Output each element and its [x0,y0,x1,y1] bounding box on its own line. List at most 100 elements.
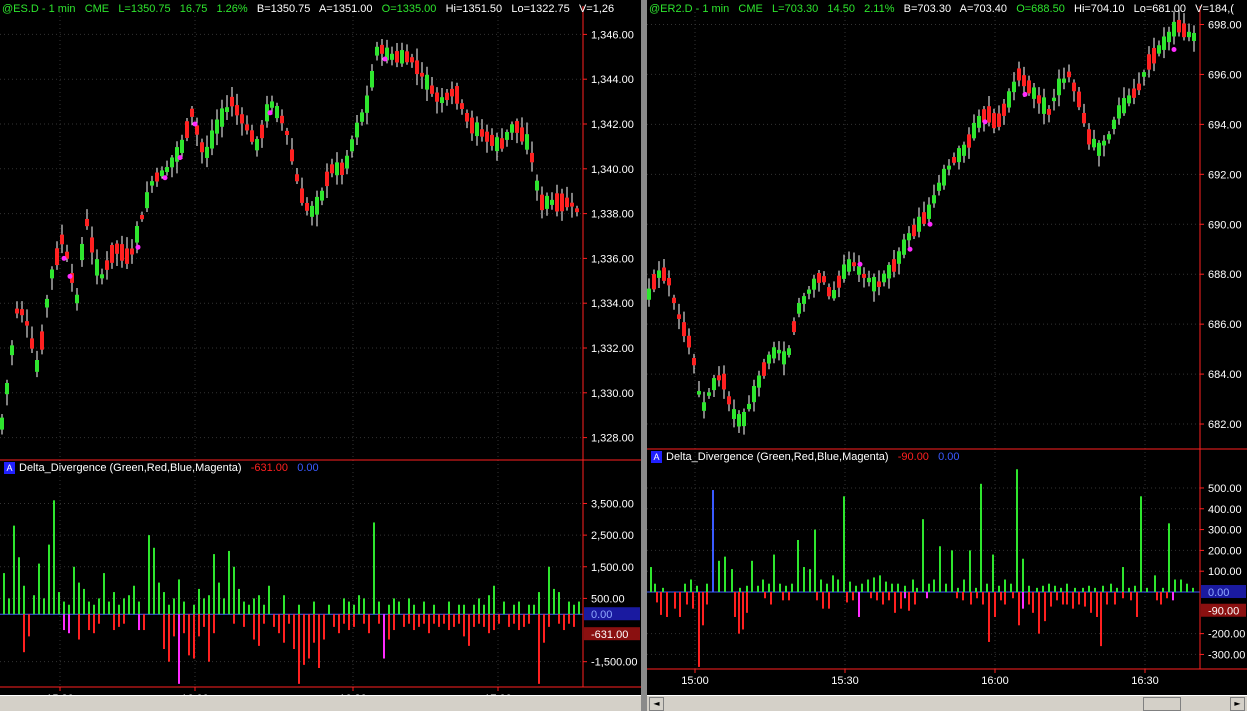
delta-bar-green [218,582,220,615]
delta-bar-green [493,585,495,615]
delta-bar-red [914,592,916,605]
delta-bar-green [1048,583,1050,593]
delta-bar-green [1192,587,1194,593]
left-chart-panel[interactable]: 1,346.00 1,344.00 1,342.00 1,340.00 1,338.00… [0,0,641,711]
candle-body [692,357,696,366]
delta-bar-red [1012,592,1014,599]
delta-bar-green [933,579,935,593]
last-price: L=1350.75 [118,3,171,15]
scroll-thumb[interactable] [1143,697,1181,711]
delta-bar-green [113,592,115,615]
delta-bar-red [976,592,978,599]
candle-body [1157,45,1161,54]
candle-body [787,348,791,355]
delta-bar-green [518,601,520,615]
left-horizontal-scrollbar[interactable] [0,695,641,711]
delta-bar-red [900,592,902,609]
delta-bar-green [1066,583,1068,593]
candle-body [10,345,14,356]
candle-body [355,122,359,138]
candle-body [862,273,866,278]
scroll-right-arrow-icon[interactable]: ► [1230,697,1245,711]
candle-body [752,385,756,403]
delta-bar-red [428,614,430,634]
delta-bar-red [368,614,370,634]
candle-body [530,152,534,163]
delta-bar-red [1106,592,1108,605]
left-chart-canvas[interactable]: 1,346.00 1,344.00 1,342.00 1,340.00 1,338.00… [0,0,641,696]
delta-bar-red [679,592,681,617]
delta-bar-green [133,585,135,615]
delta-bar-red [203,614,205,627]
time-tick-label: 15:30 [831,675,859,687]
candle-body [115,243,119,254]
candle-body [657,270,661,278]
delta-bar-green [533,604,535,615]
delta-bar-green [313,601,315,615]
delta-bar-red [423,614,425,624]
delta-bar-green [283,595,285,615]
delta-bar-green [353,604,355,615]
analysis-badge-icon[interactable]: A [4,462,15,474]
candle-body [20,309,24,316]
delta-bar-red [513,614,515,624]
delta-bar-red [403,614,405,627]
delta-bar-red [143,614,145,631]
right-chart-panel[interactable]: 698.00 696.00 694.00 692.00 690.00 688.00 686.… [647,0,1247,711]
delta-bar-red [1114,592,1116,605]
candle-body [50,269,54,279]
exchange-label: CME [738,3,763,15]
candle-body [707,392,711,396]
candle-body [295,174,299,182]
symbol-label: @ES.D - 1 min [2,3,76,15]
delta-bar-green [123,598,125,615]
delta-bar-red [298,614,300,684]
delta-bar-red [528,614,530,624]
delta-bar-red [323,614,325,640]
candle-body [500,138,504,149]
divergence-dot [162,175,168,181]
candle-body [280,115,284,124]
candle-body [340,162,344,175]
candle-body [170,157,174,168]
candle-body [812,278,816,290]
candle-body [647,288,651,300]
analysis-badge-icon[interactable]: A [651,451,662,463]
candle-body [490,134,494,146]
delta-bar-green [826,583,828,593]
candle-body [677,314,681,319]
delta-bar-red [488,614,490,634]
scroll-left-arrow-icon[interactable]: ◄ [649,697,664,711]
delta-bar-red [213,614,215,634]
delta-bar-green [258,595,260,615]
delta-bar-green [13,525,15,615]
candle-body [460,103,464,109]
candle-body [120,244,124,261]
candle-body [80,243,84,261]
delta-bar-green [33,595,35,615]
right-horizontal-scrollbar[interactable]: ◄ ► [647,695,1247,711]
delta-bar-red [463,614,465,637]
delta-bar-green [873,577,875,593]
candle-body [545,195,549,209]
volume: V=184,( [1195,3,1234,15]
delta-bar-green [809,569,811,593]
delta-bar-green [343,598,345,615]
delta-bar-green [38,563,40,615]
delta-bar-green [158,582,160,615]
delta-bar-green [573,604,575,615]
divergence-dot [927,221,933,227]
indicator-name: Delta_Divergence (Green,Red,Blue,Magenta… [19,462,242,474]
delta-bar-green [1016,469,1018,593]
delta-bar-green [463,604,465,615]
delta-bar-red [788,592,790,601]
candle-body [1102,140,1106,146]
delta-bar-green [63,601,65,615]
candle-body [140,214,144,220]
candle-body [917,216,921,232]
right-chart-canvas[interactable]: 698.00 696.00 694.00 692.00 690.00 688.00 686.… [647,0,1247,696]
delta-bar-green [53,500,55,615]
candle-body [772,347,776,359]
candle-body [320,190,324,201]
delta-value-tag-label: -631.00 [591,629,628,641]
